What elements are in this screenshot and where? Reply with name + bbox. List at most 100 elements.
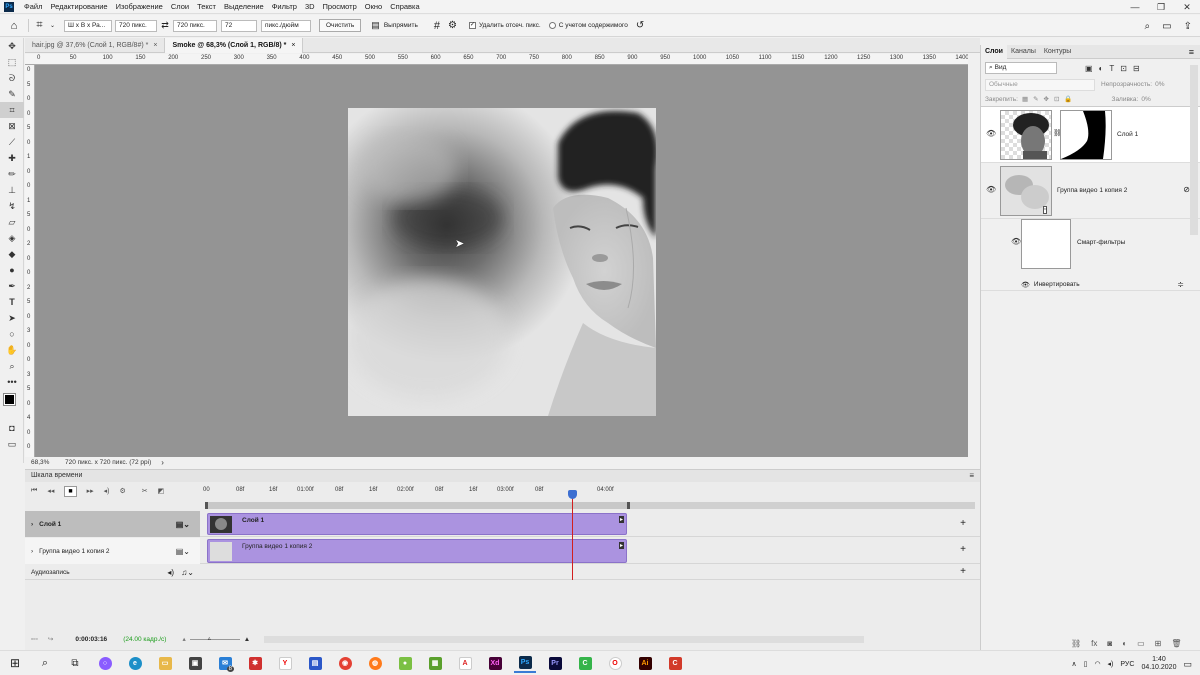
eyedropper-tool-icon[interactable]: ⟋ bbox=[0, 134, 24, 150]
camtasia-green-icon[interactable]: C bbox=[574, 653, 596, 673]
menu-image[interactable]: Изображение bbox=[112, 2, 167, 11]
foreground-color-swatch[interactable] bbox=[3, 393, 16, 406]
new-layer-icon[interactable]: ⊞ bbox=[1155, 639, 1162, 648]
photoshop-taskbar-icon[interactable]: Ps bbox=[514, 653, 536, 673]
tab-layers[interactable]: Слои bbox=[981, 44, 1007, 59]
expand-chevron-icon[interactable]: › bbox=[31, 521, 33, 528]
current-timecode[interactable]: 0:00:03:16 bbox=[75, 636, 107, 643]
track-header[interactable]: Аудиозапись ◂) ♫⌄ bbox=[25, 565, 200, 580]
edge-icon[interactable]: e bbox=[124, 653, 146, 673]
share-icon[interactable]: ⇪ bbox=[1184, 21, 1192, 32]
next-frame-icon[interactable]: ▸▸ bbox=[87, 487, 94, 495]
stop-button[interactable]: ■ bbox=[64, 485, 77, 497]
brush-tool-icon[interactable]: ✏ bbox=[0, 166, 24, 182]
crop-tool-icon[interactable]: ⌗ bbox=[0, 102, 24, 118]
layer-name[interactable]: Слой 1 bbox=[1117, 131, 1138, 138]
ratio-select[interactable]: Ш х В х Ра... bbox=[64, 19, 112, 32]
units-select[interactable]: пикс./дюйм bbox=[261, 19, 311, 32]
work-area-bar[interactable] bbox=[205, 502, 630, 509]
lasso-tool-icon[interactable]: ᘐ bbox=[0, 70, 24, 86]
store-icon[interactable]: ▣ bbox=[184, 653, 206, 673]
alice-assistant-icon[interactable]: ○ bbox=[94, 653, 116, 673]
layer-row[interactable]: 👁 ⛓ Слой 1 bbox=[981, 107, 1200, 163]
height-field[interactable]: 720 пикс. bbox=[173, 19, 217, 32]
transition-icon[interactable]: ◩ bbox=[158, 487, 165, 495]
split-scissors-icon[interactable]: ✂ bbox=[142, 487, 148, 495]
track-header[interactable]: › Слой 1 ▤⌄ bbox=[25, 511, 200, 537]
menu-type[interactable]: Текст bbox=[193, 2, 220, 11]
crop-tool-icon[interactable]: ⌗ bbox=[28, 19, 50, 32]
zoom-tool-icon[interactable]: ⌕ bbox=[0, 358, 24, 374]
layer-mask-thumbnail[interactable] bbox=[1060, 110, 1112, 160]
close-button[interactable]: ✕ bbox=[1174, 0, 1200, 14]
marquee-tool-icon[interactable]: ⬚ bbox=[0, 54, 24, 70]
add-audio-icon[interactable]: + bbox=[960, 566, 966, 577]
layer-filter-select[interactable]: ⌕ Вид bbox=[985, 62, 1057, 74]
mail-icon[interactable]: ✉ 8 bbox=[214, 653, 236, 673]
menu-help[interactable]: Справка bbox=[386, 2, 423, 11]
menu-window[interactable]: Окно bbox=[361, 2, 386, 11]
home-icon[interactable]: ⌂ bbox=[0, 20, 28, 32]
firefox-icon[interactable]: ◍ bbox=[364, 653, 386, 673]
swap-icon[interactable]: ⇄ bbox=[157, 20, 173, 31]
filter-invert-row[interactable]: 👁 Инвертировать ≑ bbox=[981, 279, 1200, 291]
zoom-out-icon[interactable]: ▴ bbox=[182, 635, 185, 643]
hand-tool-icon[interactable]: ✋ bbox=[0, 342, 24, 358]
timeline-menu-icon[interactable]: ≡ bbox=[969, 470, 974, 482]
history-brush-tool-icon[interactable]: ↯ bbox=[0, 198, 24, 214]
opacity-value[interactable]: 0% bbox=[1155, 81, 1164, 88]
tool-preset-chevron-icon[interactable]: ⌄ bbox=[50, 22, 60, 29]
search-icon[interactable]: ⌕ bbox=[34, 653, 56, 673]
adobe-xd-icon[interactable]: Xd bbox=[484, 653, 506, 673]
horizontal-scrollbar[interactable] bbox=[264, 635, 865, 643]
document-canvas[interactable] bbox=[348, 108, 656, 416]
smart-filters-label[interactable]: Смарт-фильтры bbox=[1077, 239, 1125, 246]
zoom-slider[interactable]: ▵ bbox=[189, 636, 240, 642]
width-field[interactable]: 720 пикс. bbox=[115, 19, 157, 32]
gift-icon[interactable]: ✱ bbox=[244, 653, 266, 673]
adjustment-layer-icon[interactable]: ◐ bbox=[1122, 639, 1127, 648]
search-icon[interactable]: ⌕ bbox=[1145, 21, 1151, 32]
dodge-tool-icon[interactable]: ● bbox=[0, 262, 24, 278]
first-frame-icon[interactable]: ⏮ bbox=[31, 487, 37, 495]
menu-file[interactable]: Файл bbox=[20, 2, 46, 11]
type-tool-icon[interactable]: T bbox=[0, 294, 24, 310]
add-mask-icon[interactable]: ◙ bbox=[1107, 639, 1112, 648]
premiere-icon[interactable]: Pr bbox=[544, 653, 566, 673]
reset-icon[interactable]: ↺ bbox=[636, 20, 644, 31]
path-select-tool-icon[interactable]: ➤ bbox=[0, 310, 24, 326]
smart-filters-row[interactable]: 👁 Смарт-фильтры bbox=[981, 219, 1200, 279]
healing-tool-icon[interactable]: ✚ bbox=[0, 150, 24, 166]
content-aware-checkbox[interactable] bbox=[548, 22, 556, 29]
layer-thumbnail[interactable] bbox=[1000, 110, 1052, 160]
visibility-eye-icon[interactable]: 👁 bbox=[1011, 237, 1021, 246]
visibility-eye-icon[interactable]: 👁 bbox=[986, 129, 996, 138]
layer-row[interactable]: 👁 ▫ Группа видео 1 копия 2 ⊘ bbox=[981, 163, 1200, 219]
camtasia-red-icon[interactable]: C bbox=[664, 653, 686, 673]
filter-icons[interactable]: ▣◐T⊡⊟ bbox=[1085, 64, 1146, 73]
audio-icon[interactable]: ◂) bbox=[104, 487, 110, 495]
status-arrow-icon[interactable]: › bbox=[161, 458, 164, 467]
tab-paths[interactable]: Контуры bbox=[1040, 45, 1075, 59]
visibility-eye-icon[interactable]: 👁 bbox=[986, 185, 996, 194]
task-view-icon[interactable]: ⧉ bbox=[64, 653, 86, 673]
playhead-handle[interactable] bbox=[568, 490, 577, 499]
resolution-field[interactable]: 72 bbox=[221, 19, 257, 32]
delete-cropped-checkbox[interactable]: ✓ bbox=[468, 22, 476, 29]
add-media-icon[interactable]: + bbox=[960, 544, 966, 555]
music-note-icon[interactable]: ♫⌄ bbox=[181, 568, 194, 577]
move-tool-icon[interactable]: ✥ bbox=[0, 38, 24, 54]
language-indicator[interactable]: РУС bbox=[1120, 661, 1134, 668]
film-icon[interactable]: ▤⌄ bbox=[176, 547, 190, 556]
add-media-icon[interactable]: + bbox=[960, 518, 966, 529]
invert-filter-label[interactable]: Инвертировать bbox=[1034, 281, 1080, 288]
fx-icon[interactable]: fx bbox=[1091, 639, 1097, 648]
expand-chevron-icon[interactable]: › bbox=[31, 548, 33, 555]
menu-edit[interactable]: Редактирование bbox=[46, 2, 111, 11]
quick-select-tool-icon[interactable]: ✎ bbox=[0, 86, 24, 102]
file-explorer-icon[interactable]: ▭ bbox=[154, 653, 176, 673]
gear-icon[interactable]: ⚙ bbox=[448, 20, 457, 31]
zoom-level[interactable]: 68,3% bbox=[25, 459, 55, 466]
prev-frame-icon[interactable]: ◂◂ bbox=[47, 487, 54, 495]
tab-close-icon[interactable]: × bbox=[291, 38, 295, 53]
